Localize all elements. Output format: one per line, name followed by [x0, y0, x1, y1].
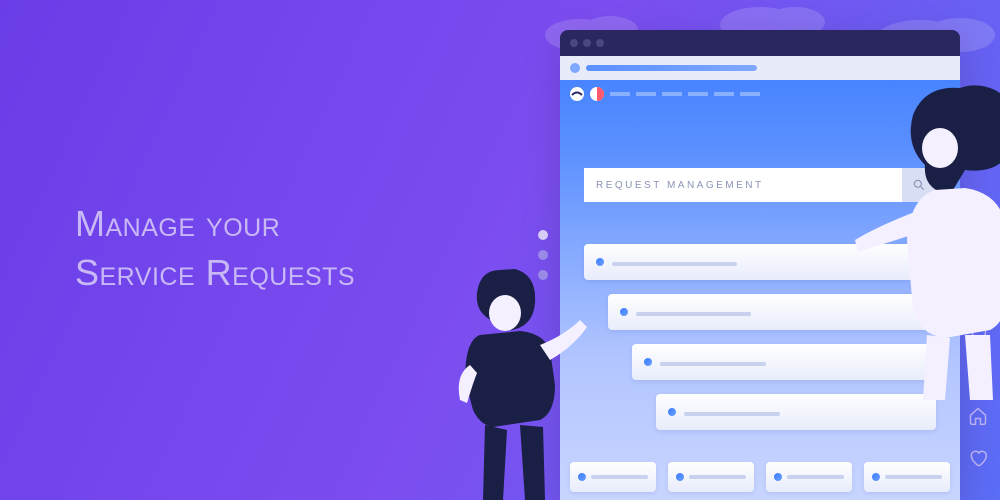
heart-icon[interactable]	[968, 448, 988, 468]
traffic-light-dot	[583, 39, 591, 47]
home-icon[interactable]	[968, 406, 988, 426]
headline-line-1: Manage your	[75, 203, 280, 244]
nav-dot[interactable]	[538, 250, 548, 260]
headline-line-2: Service Requests	[75, 252, 355, 293]
tab-placeholder	[610, 92, 630, 96]
person-illustration-right	[855, 80, 1000, 400]
browser-url-bar	[560, 56, 960, 80]
traffic-light-dot	[596, 39, 604, 47]
list-item[interactable]	[668, 462, 754, 492]
tab-placeholder	[662, 92, 682, 96]
status-dot	[668, 408, 676, 416]
person-illustration-left	[445, 265, 605, 500]
nav-dot[interactable]	[538, 230, 548, 240]
url-favicon	[570, 63, 580, 73]
tab-icon	[570, 87, 584, 101]
tab-placeholder	[714, 92, 734, 96]
tab-placeholder	[636, 92, 656, 96]
url-text-placeholder	[586, 65, 757, 71]
status-dot	[620, 308, 628, 316]
list-item[interactable]	[864, 462, 950, 492]
tab-placeholder	[688, 92, 708, 96]
list-item[interactable]	[766, 462, 852, 492]
status-dot	[644, 358, 652, 366]
page-title: Manage your Service Requests	[75, 200, 355, 297]
bottom-card-row	[570, 462, 950, 492]
tab-icon	[590, 87, 604, 101]
window-titlebar	[560, 30, 960, 56]
traffic-light-dot	[570, 39, 578, 47]
tab-placeholder	[740, 92, 760, 96]
